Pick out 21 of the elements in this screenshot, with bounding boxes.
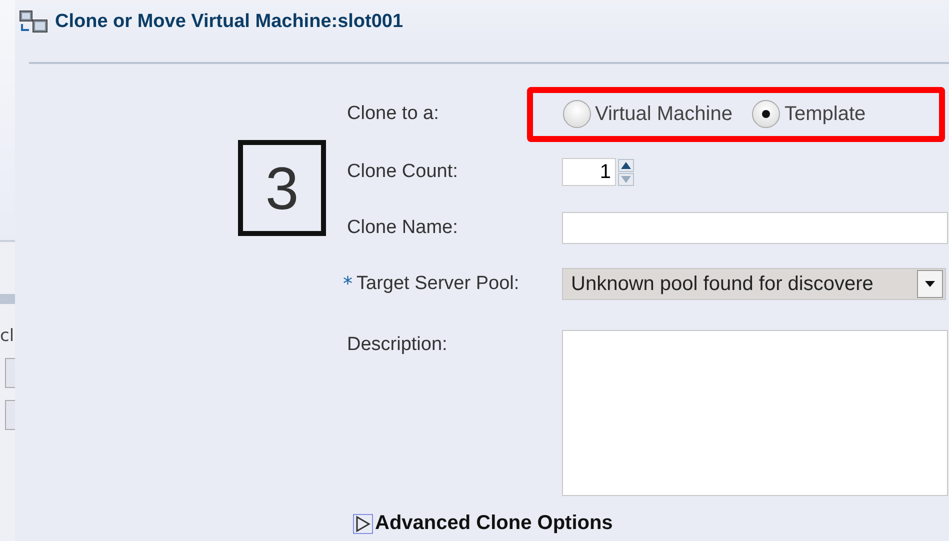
advanced-options-toggle[interactable]: Advanced Clone Options	[353, 512, 613, 535]
description-label: Description:	[347, 334, 448, 356]
required-mark: *	[343, 273, 352, 295]
radio-option[interactable]: Template	[752, 100, 866, 128]
dropdown-caret-icon	[925, 281, 935, 287]
clone-name-label: Clone Name:	[347, 217, 458, 239]
virtual-machines-icon	[19, 10, 49, 34]
server-pool-dropdown[interactable]: Unknown pool found for discovere	[562, 268, 946, 300]
background-window-bar	[0, 294, 15, 304]
clone-count-field[interactable]: 1	[562, 158, 616, 186]
radio-option[interactable]: Virtual Machine	[563, 100, 732, 128]
target-server-pool-label: Target Server Pool:	[356, 273, 520, 295]
clone-to-label: Clone to a:	[347, 103, 439, 125]
description-field[interactable]	[562, 330, 948, 496]
disclosure-triangle-icon	[353, 514, 373, 534]
spin-up-icon[interactable]	[618, 158, 634, 172]
clone-name-field[interactable]	[562, 212, 948, 244]
dialog-title: Clone or Move Virtual Machine:slot001	[55, 11, 404, 33]
step-number-callout: 3	[238, 140, 326, 236]
background-window-text: cl	[0, 326, 15, 346]
clone-count-label: Clone Count:	[347, 161, 458, 183]
